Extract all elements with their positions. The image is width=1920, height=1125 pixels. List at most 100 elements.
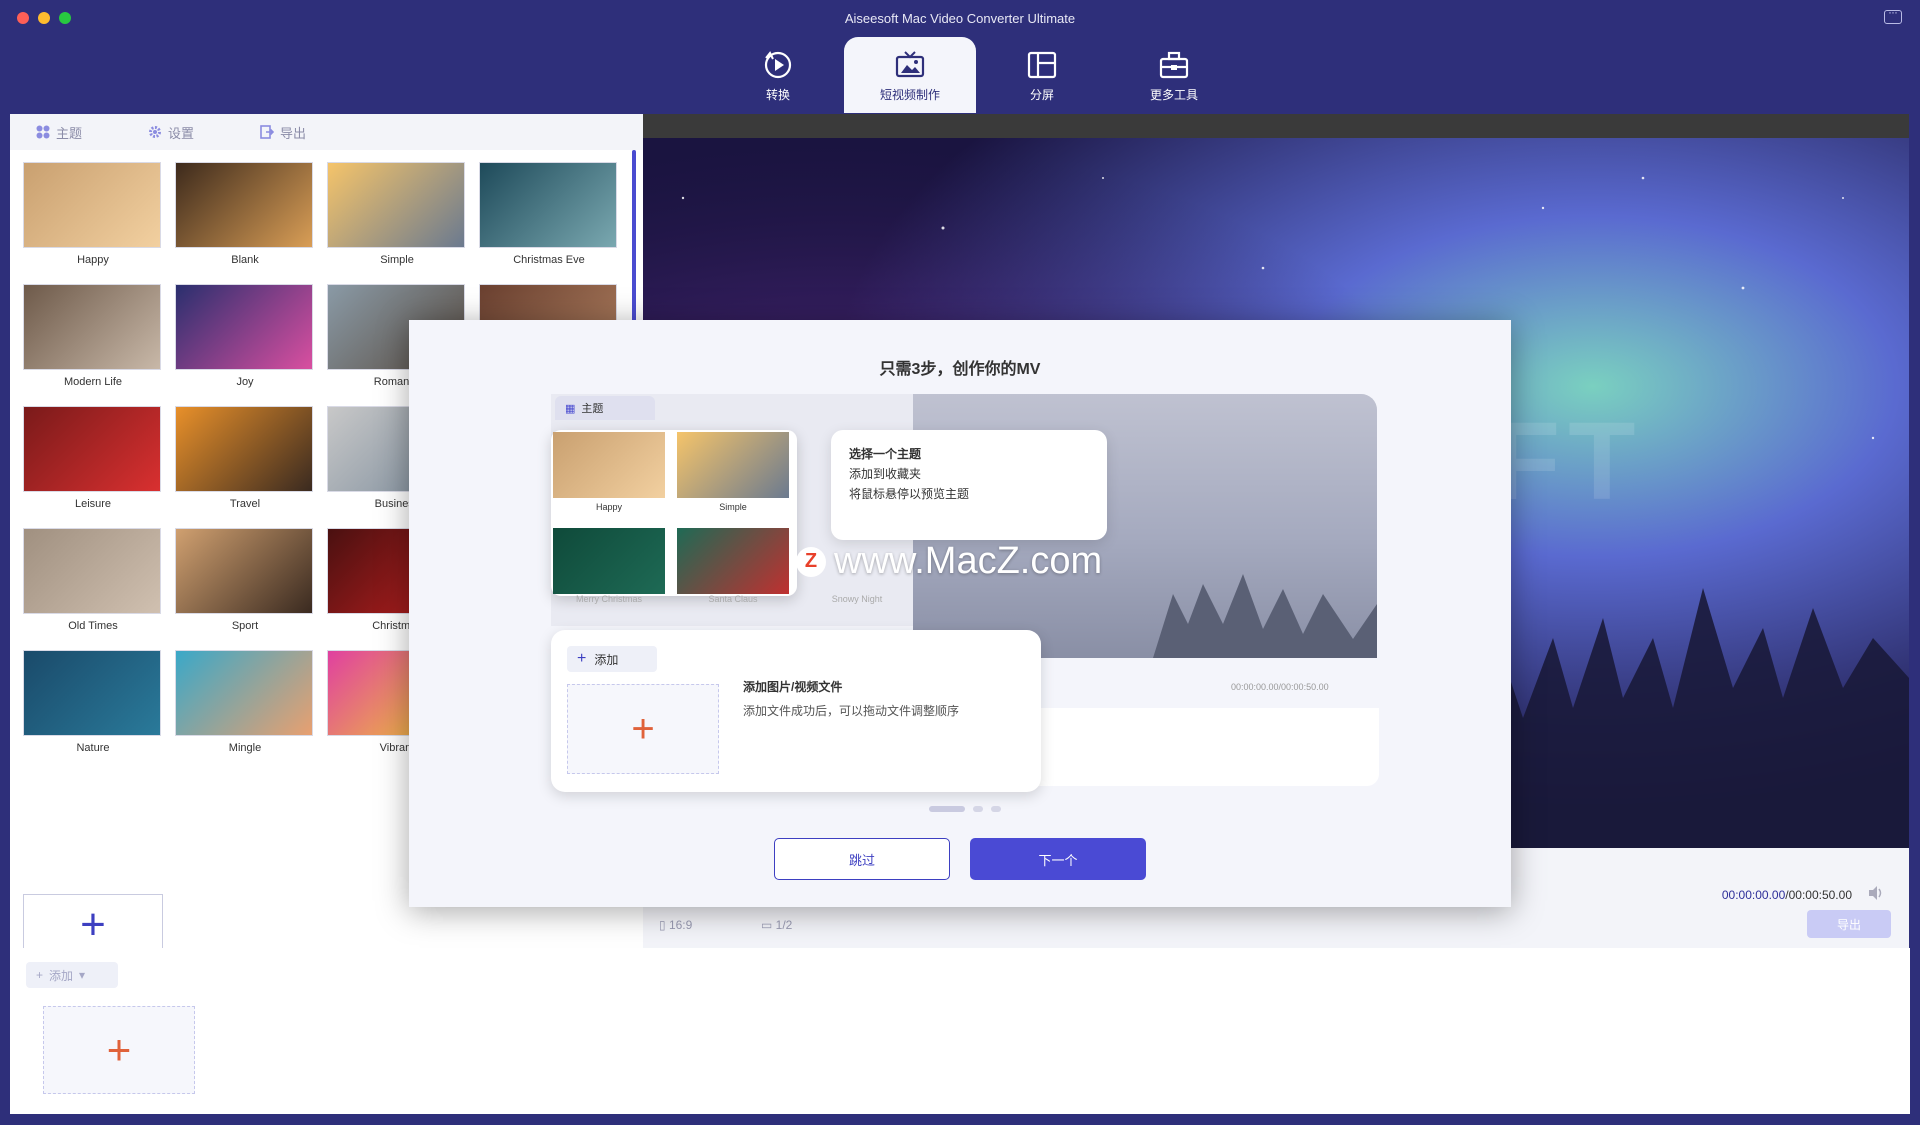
tab-label: 更多工具 <box>1149 87 1198 102</box>
plus-icon: + <box>106 1026 132 1073</box>
theme-thumbnail <box>23 284 161 370</box>
mini-theme-thumb <box>677 528 789 594</box>
total-time: /00:00:50.00 <box>1785 888 1852 902</box>
screen-value: 1/2 <box>775 918 793 932</box>
guide-dialog: 只需3步，创作你的MV ▦ 主题 Happy Simple Merry Chris… <box>409 320 1511 907</box>
mini-theme-label: Happy <box>595 502 622 512</box>
time-display: 00:00:00.00/00:00:50.00 <box>1722 888 1852 902</box>
panel-tabs: 主题 设置 导出 <box>10 114 643 150</box>
convert-icon <box>764 50 792 78</box>
add-title: 添加图片/视频文件 <box>743 680 843 694</box>
tip-line: 将鼠标悬停以预览主题 <box>849 487 970 501</box>
theme-label: Happy <box>77 254 109 266</box>
theme-label: Joy <box>236 376 254 388</box>
theme-label: Old Times <box>68 620 118 632</box>
preview-watermark: FT <box>1493 400 1644 523</box>
add-desc: 添加文件成功后，可以拖动文件调整顺序 <box>743 704 960 718</box>
theme-tile[interactable]: Mingle <box>175 650 315 754</box>
aspect-ratio[interactable]: ▯ 16:9 <box>659 918 692 932</box>
theme-tile[interactable]: Happy <box>23 162 163 266</box>
theme-tile[interactable]: Nature <box>23 650 163 754</box>
theme-thumbnail <box>175 162 313 248</box>
theme-label: Simple <box>380 254 414 266</box>
tab-export[interactable]: 导出 <box>260 123 306 142</box>
theme-tile[interactable]: Leisure <box>23 406 163 510</box>
theme-tile[interactable]: Joy <box>175 284 315 388</box>
theme-label: Nature <box>76 742 110 754</box>
plus-icon: + <box>36 968 44 982</box>
media-strip: + 添加 ▾ + <box>10 948 1910 1114</box>
ratio-value: 16:9 <box>668 918 693 932</box>
mock-add-label: 添加 <box>594 652 619 667</box>
toolbox-icon <box>1159 51 1189 78</box>
mini-theme-label: Simple <box>719 502 747 512</box>
tab-label: 短视频制作 <box>879 87 940 102</box>
add-files-card: + 添加 + 添加图片/视频文件 添加文件成功后，可以拖动文件调整顺序 <box>551 630 1041 792</box>
skip-button[interactable]: 跳过 <box>774 838 950 880</box>
media-dropzone[interactable]: + <box>43 1006 195 1094</box>
step-indicator <box>929 806 1001 812</box>
tip-line: 添加到收藏夹 <box>849 467 922 481</box>
volume-icon[interactable] <box>1867 884 1885 902</box>
screen-selector[interactable]: ▭ 1/2 <box>761 918 792 932</box>
tab-mv[interactable]: 短视频制作 <box>844 37 976 113</box>
mock-add-button: + 添加 <box>567 646 657 672</box>
theme-thumbnail <box>327 162 465 248</box>
theme-thumbnail <box>175 284 313 370</box>
window-title: Aiseesoft Mac Video Converter Ultimate <box>844 11 1076 26</box>
tab-collage[interactable]: 分屏 <box>976 37 1108 113</box>
theme-tile[interactable]: Sport <box>175 528 315 632</box>
mock-theme-card: Happy Simple <box>551 430 797 596</box>
step-dot <box>991 806 1001 812</box>
export-button[interactable]: 导出 <box>1807 910 1891 938</box>
theme-tile[interactable]: Travel <box>175 406 315 510</box>
add-media-button[interactable]: + 添加 ▾ <box>26 962 118 988</box>
tab-toolbox[interactable]: 更多工具 <box>1108 37 1240 113</box>
theme-thumbnail <box>23 528 161 614</box>
plus-icon: + <box>631 706 655 751</box>
mini-theme-thumb <box>553 528 665 594</box>
mini-theme-thumb <box>553 432 665 498</box>
video-top-bar <box>643 114 1909 138</box>
theme-tile[interactable]: Christmas Eve <box>479 162 619 266</box>
guide-title: 只需3步，创作你的MV <box>879 361 1041 378</box>
theme-label: Modern Life <box>63 376 123 388</box>
theme-label: Christmas Eve <box>513 254 585 266</box>
site-watermark: Z www.MacZ.com <box>796 540 1102 583</box>
gear-icon <box>149 126 162 138</box>
theme-label: Travel <box>229 498 261 510</box>
next-button[interactable]: 下一个 <box>970 838 1146 880</box>
theme-thumbnail <box>175 528 313 614</box>
theme-tile[interactable]: Modern Life <box>23 284 163 388</box>
tab-convert[interactable]: 转换 <box>712 37 844 113</box>
add-theme-button[interactable]: + <box>23 894 163 954</box>
theme-thumbnail <box>23 162 161 248</box>
theme-tip: 选择一个主题 添加到收藏夹 将鼠标悬停以预览主题 <box>831 430 1107 540</box>
mock-tab: ▦ 主题 <box>555 396 655 420</box>
tab-label: 分屏 <box>1029 87 1054 102</box>
tab-settings-label: 设置 <box>168 125 195 141</box>
mock-tab-label: 主题 <box>581 403 604 415</box>
theme-tile[interactable]: Simple <box>327 162 467 266</box>
grid-icon: ▦ <box>565 402 576 415</box>
theme-tile[interactable]: Blank <box>175 162 315 266</box>
theme-tile[interactable]: Old Times <box>23 528 163 632</box>
plus-icon: + <box>80 899 106 949</box>
mini-theme-thumb <box>677 432 789 498</box>
guide-illustration: ▦ 主题 Happy Simple Merry Christmas Santa C… <box>551 394 1381 794</box>
theme-label: Leisure <box>74 498 112 510</box>
step-dot-active <box>929 806 965 812</box>
theme-label: Blank <box>231 254 259 266</box>
tab-settings[interactable]: 设置 <box>148 123 194 142</box>
mini-theme-label: Santa Claus <box>708 594 758 604</box>
chevron-down-icon: ▾ <box>79 968 86 982</box>
grid-icon <box>36 125 50 139</box>
mock-time: 00:00:00.00/00:00:50.00 <box>1231 682 1329 692</box>
title-bar: Aiseesoft Mac Video Converter Ultimate <box>0 0 1920 36</box>
theme-thumbnail <box>479 162 617 248</box>
mock-dropzone: + <box>567 684 719 774</box>
feedback-icon[interactable] <box>1884 5 1902 24</box>
tab-theme[interactable]: 主题 <box>36 123 82 142</box>
tab-export-label: 导出 <box>280 125 307 141</box>
collage-icon <box>1027 51 1057 78</box>
